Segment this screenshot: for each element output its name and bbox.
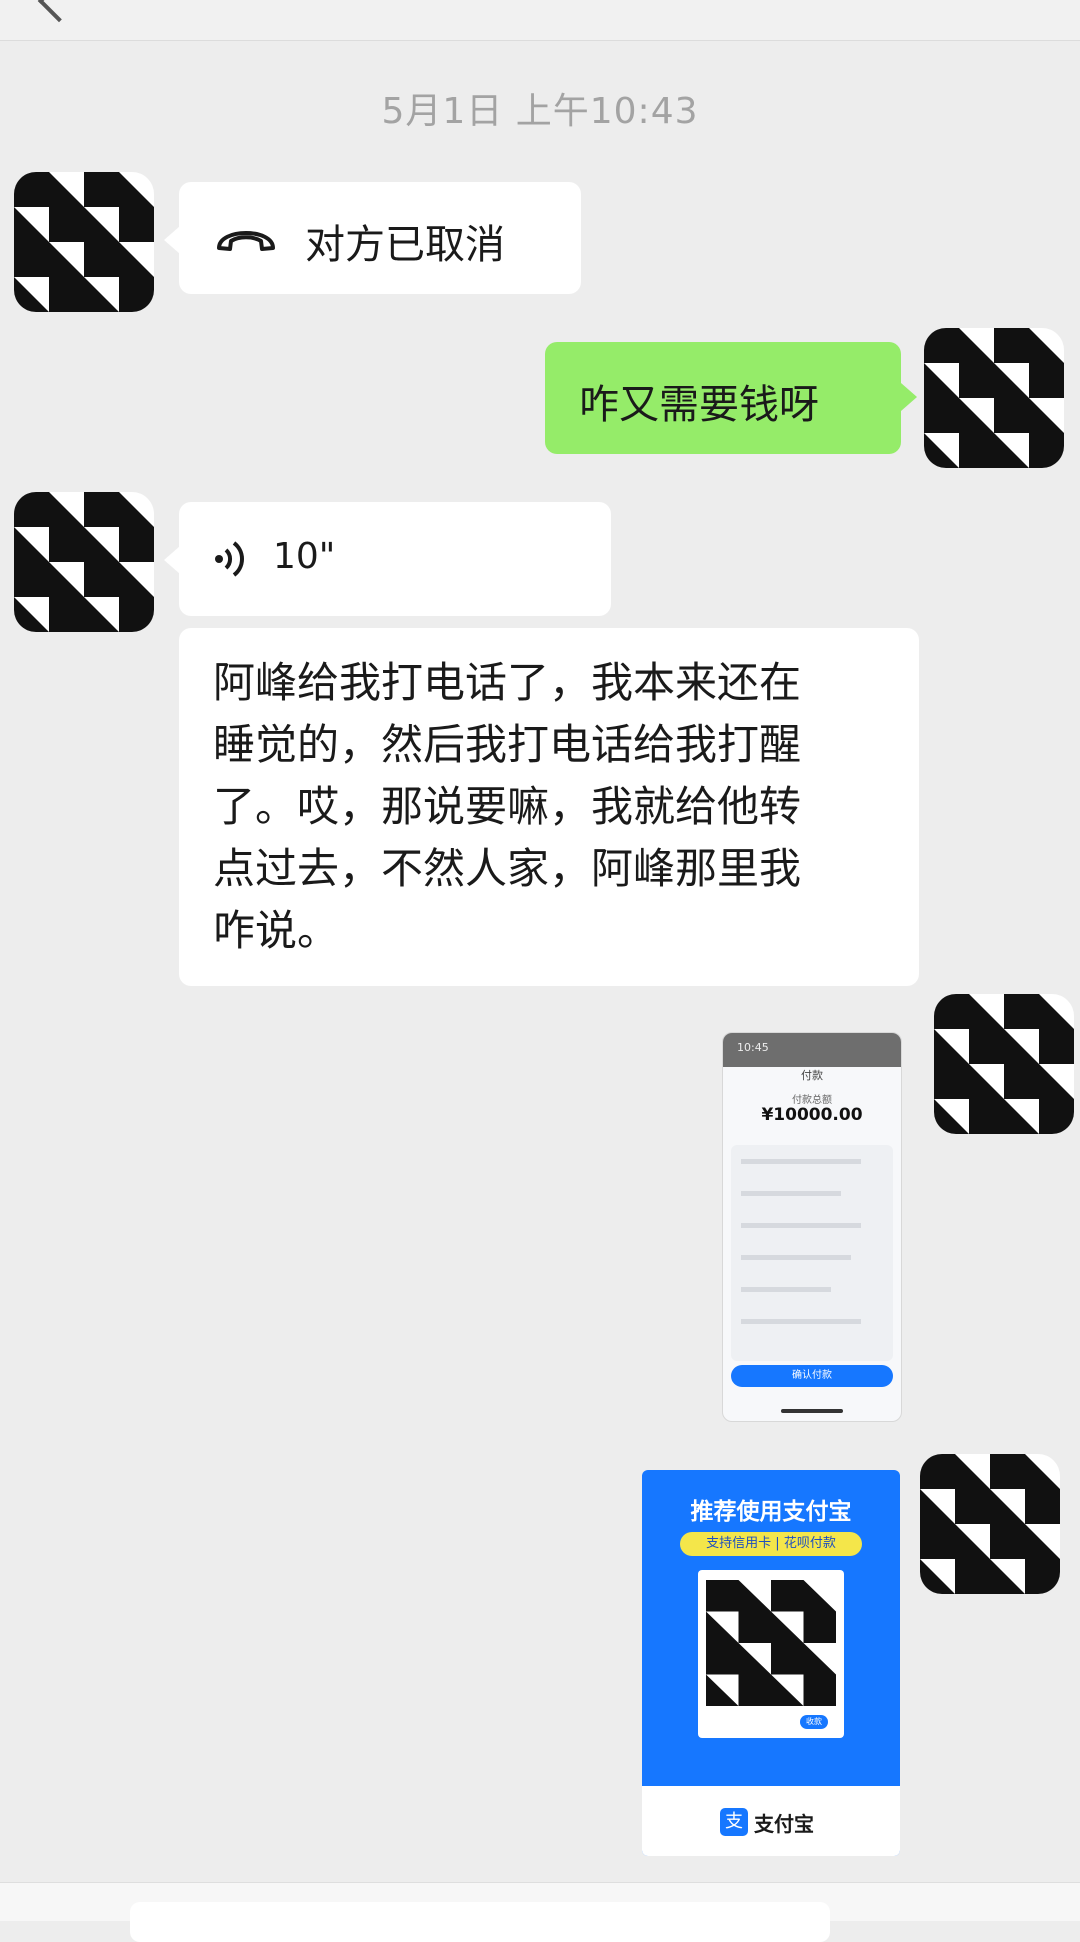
screenshot-amount: ¥10000.00 bbox=[761, 1105, 863, 1125]
message-input[interactable] bbox=[130, 1902, 830, 1942]
contact-avatar[interactable] bbox=[14, 172, 154, 312]
top-bar bbox=[0, 0, 1080, 41]
payment-screenshot-image[interactable]: 10:45 付款 付款总额 ¥10000.00 确认付款 bbox=[722, 1032, 902, 1422]
contact-avatar[interactable] bbox=[14, 492, 154, 632]
outgoing-message-bubble[interactable]: 咋又需要钱呀 bbox=[545, 342, 901, 454]
qr-tag: 收款 bbox=[800, 1715, 828, 1729]
screenshot-order-list bbox=[731, 1145, 893, 1361]
text-line: 了。哎，那说要嘛，我就给他转 bbox=[213, 782, 802, 831]
text-line: 点过去，不然人家，阿峰那里我 bbox=[213, 844, 802, 893]
voice-duration: 10" bbox=[273, 536, 336, 577]
my-avatar[interactable] bbox=[920, 1454, 1060, 1594]
long-text-bubble[interactable]: 阿峰给我打电话了，我本来还在 睡觉的，然后我打电话给我打醒 了。哎，那说要嘛，我… bbox=[179, 628, 919, 986]
bubble-tail bbox=[164, 546, 180, 574]
my-avatar[interactable] bbox=[924, 328, 1064, 468]
text-line: 阿峰给我打电话了，我本来还在 bbox=[213, 658, 802, 707]
screenshot-title: 付款 bbox=[801, 1069, 823, 1082]
alipay-qr-card[interactable]: 推荐使用支付宝 支持信用卡 | 花呗付款 收款 支 支付宝 bbox=[642, 1470, 900, 1856]
message-timestamp: 5月1日 上午10:43 bbox=[381, 91, 699, 132]
call-cancelled-bubble[interactable]: 对方已取消 bbox=[179, 182, 581, 294]
phone-hangup-icon bbox=[217, 231, 275, 251]
screenshot-status-bar: 10:45 bbox=[723, 1033, 901, 1067]
voice-wave-icon bbox=[215, 541, 244, 577]
my-avatar[interactable] bbox=[934, 994, 1074, 1134]
qr-code-image bbox=[706, 1580, 836, 1706]
outgoing-message-text: 咋又需要钱呀 bbox=[579, 382, 819, 428]
long-text-content: 阿峰给我打电话了，我本来还在 睡觉的，然后我打电话给我打醒 了。哎，那说要嘛，我… bbox=[213, 652, 801, 962]
alipay-banner: 支持信用卡 | 花呗付款 bbox=[680, 1532, 862, 1556]
screenshot-home-indicator bbox=[781, 1409, 843, 1413]
call-cancelled-text: 对方已取消 bbox=[305, 222, 505, 268]
screenshot-subtitle: 付款总额 bbox=[792, 1095, 832, 1106]
alipay-logo-icon: 支 bbox=[720, 1808, 748, 1836]
text-line: 睡觉的，然后我打电话给我打醒 bbox=[213, 720, 802, 769]
bubble-tail bbox=[901, 383, 917, 411]
alipay-footer: 支 支付宝 bbox=[642, 1786, 900, 1856]
text-line: 咋说。 bbox=[213, 906, 340, 955]
voice-message-bubble[interactable]: 10" bbox=[179, 502, 611, 616]
bubble-tail bbox=[164, 226, 180, 254]
qr-code-frame: 收款 bbox=[698, 1570, 844, 1738]
screenshot-status-time: 10:45 bbox=[737, 1041, 769, 1054]
screenshot-confirm-button: 确认付款 bbox=[731, 1365, 893, 1387]
alipay-heading: 推荐使用支付宝 bbox=[690, 1499, 852, 1525]
alipay-brand: 支付宝 bbox=[754, 1812, 814, 1836]
